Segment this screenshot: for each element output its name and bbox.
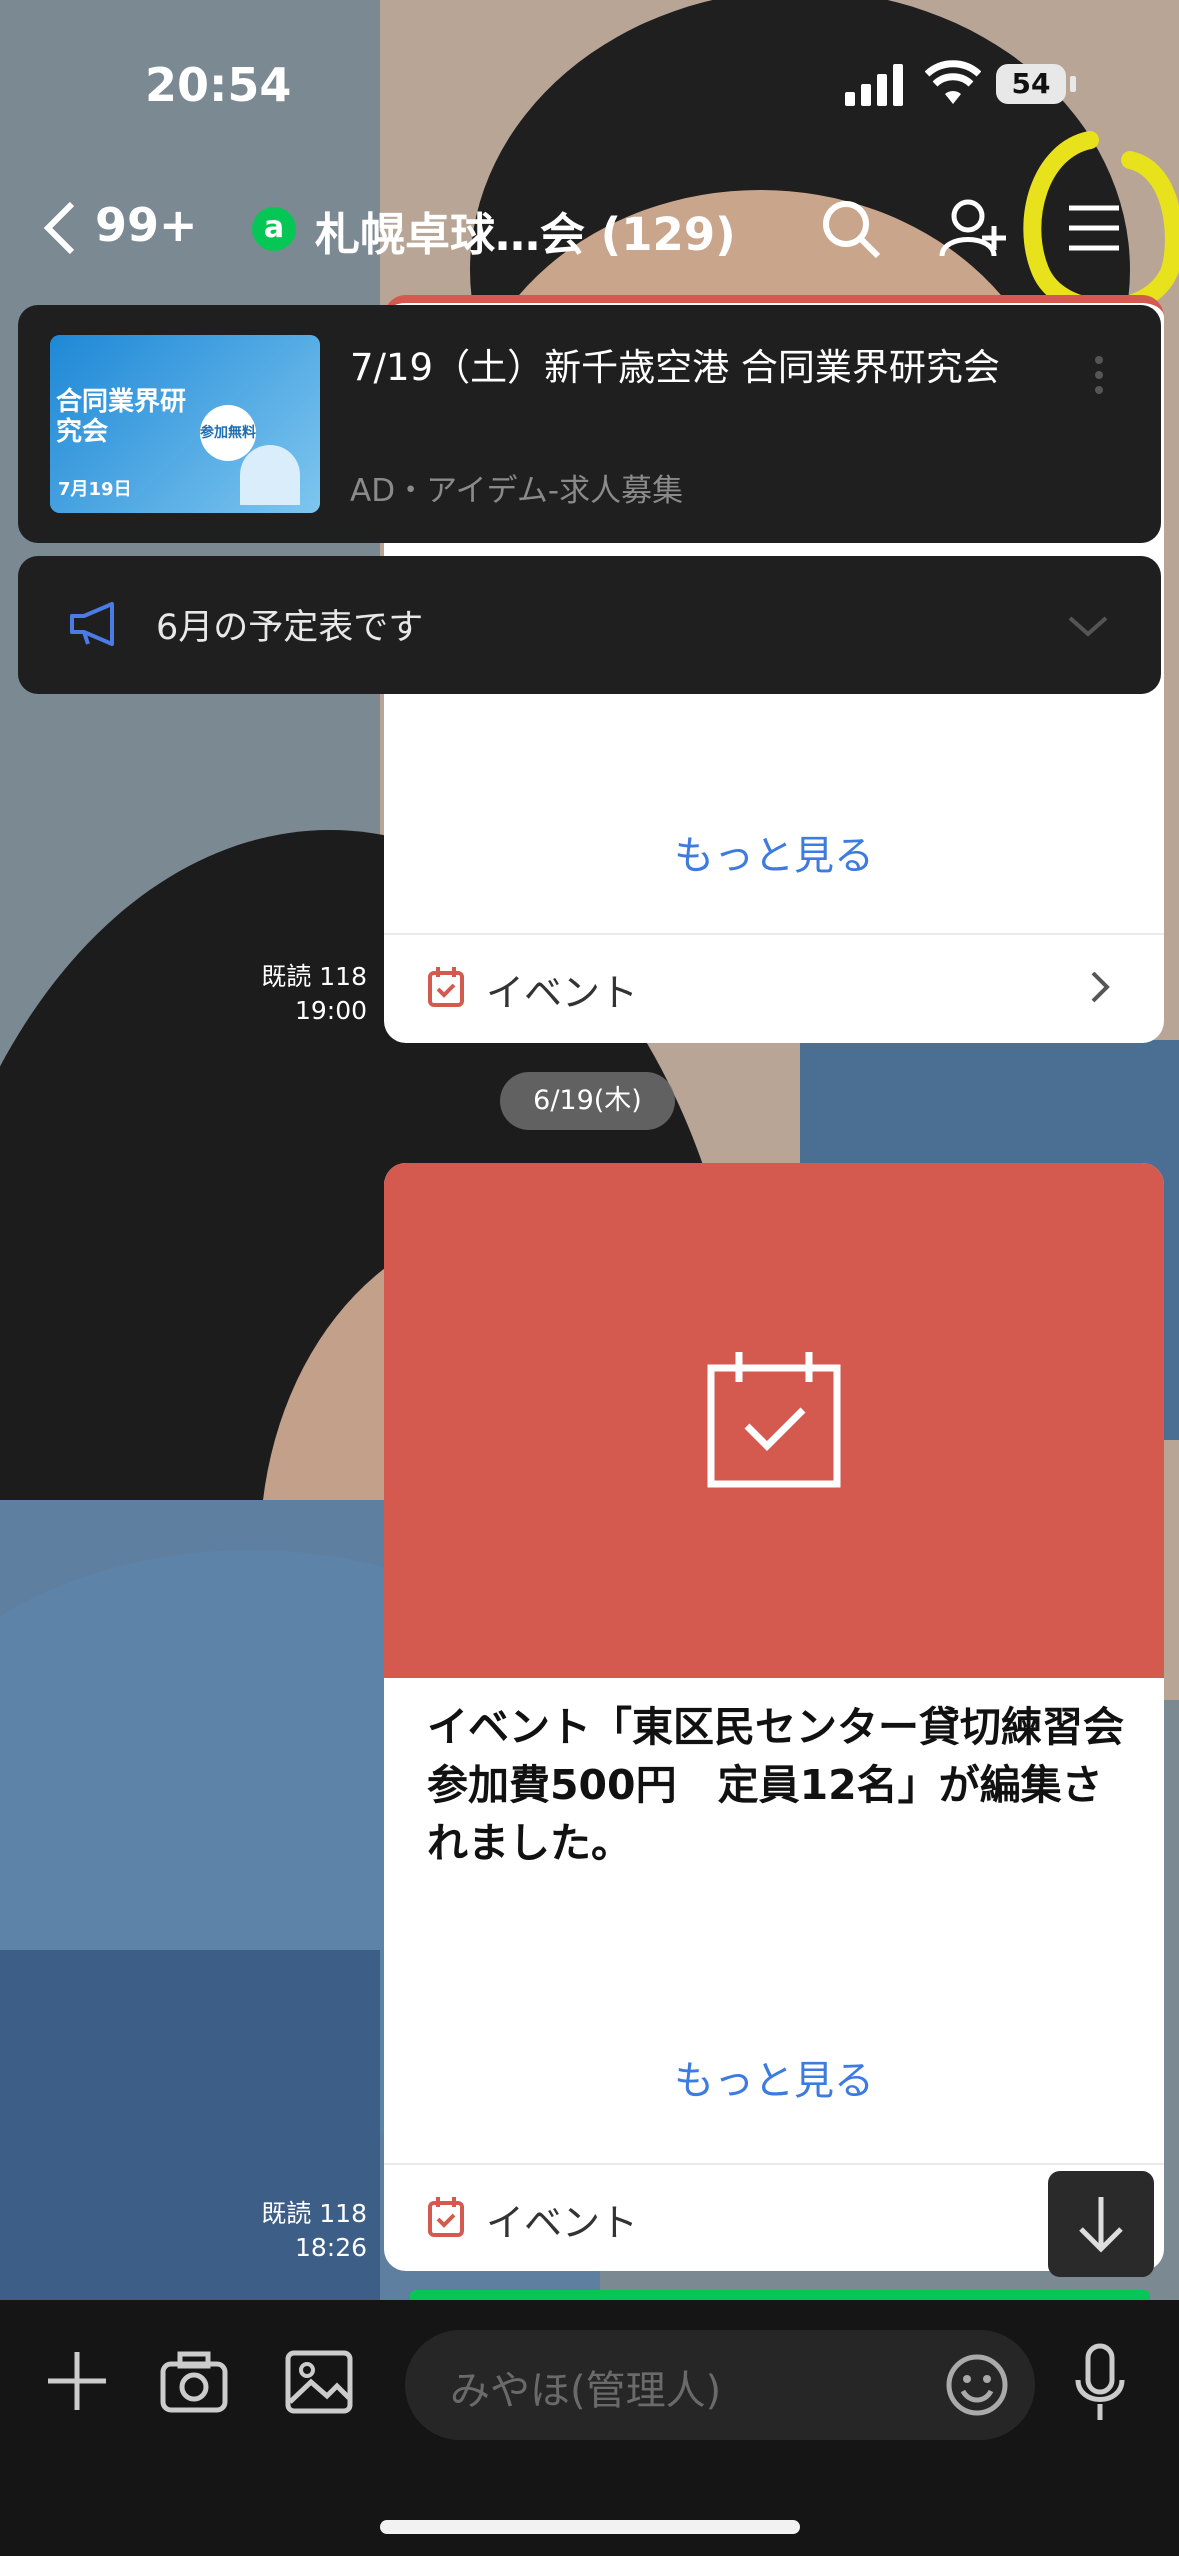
add-friend-icon[interactable]	[938, 196, 1010, 264]
calendar-check-icon	[426, 965, 466, 1013]
see-more-link[interactable]: もっと見る	[384, 2048, 1164, 2106]
search-icon[interactable]	[818, 196, 882, 264]
microphone-icon[interactable]	[1072, 2342, 1128, 2430]
back-unread-count[interactable]: 99+	[95, 198, 198, 252]
event-card-body: イベント「東区民センター貸切練習会 参加費500円 定員12名」が編集されました…	[427, 1703, 1164, 1867]
chat-title[interactable]: 札幌卓球…会 (129)	[315, 198, 736, 263]
arrow-down-icon	[1079, 2197, 1123, 2253]
calendar-check-icon	[707, 1348, 841, 1492]
ad-thumb-headline: 合同業界研究会	[56, 387, 187, 447]
message-time: 19:00	[294, 996, 367, 1025]
read-count: 既読 118	[261, 2199, 367, 2228]
ad-banner[interactable]: 合同業界研究会 参加無料 7月19日 7/19（土）新千歳空港 合同業界研究会 …	[18, 305, 1161, 543]
chevron-down-icon[interactable]	[1066, 614, 1110, 644]
message-meta-1: 既読 118 19:00	[230, 960, 367, 1028]
chat-header: 99+ a 札幌卓球…会 (129)	[0, 190, 1179, 270]
ad-sponsor: AD・アイデム-求人募集	[350, 473, 684, 509]
read-count: 既読 118	[261, 962, 367, 991]
announcement-text: 6月の予定表です	[156, 608, 424, 648]
back-button[interactable]	[40, 198, 80, 262]
home-indicator	[380, 2520, 800, 2534]
announcement-bar[interactable]: 6月の予定表です	[18, 556, 1161, 694]
event-card-2[interactable]: イベント「東区民センター貸切練習会 参加費500円 定員12名」が編集されました…	[384, 1163, 1164, 2271]
card-footer[interactable]: イベント	[384, 2163, 1164, 2271]
message-input-bar: みやほ(管理人)	[0, 2300, 1179, 2556]
chevron-right-icon	[1089, 967, 1113, 1011]
see-more-link[interactable]: もっと見る	[384, 823, 1164, 881]
camera-icon[interactable]	[160, 2350, 228, 2418]
ad-thumbnail: 合同業界研究会 参加無料 7月19日	[50, 335, 320, 513]
wifi-icon	[924, 60, 982, 110]
signal-icon	[845, 62, 905, 110]
date-divider: 6/19(木)	[500, 1072, 675, 1130]
airplane-icon	[240, 445, 300, 505]
ad-thumb-badge: 参加無料	[200, 405, 256, 461]
message-time: 18:26	[294, 2233, 367, 2262]
emoji-icon[interactable]	[945, 2353, 1009, 2421]
more-options-icon[interactable]	[1094, 355, 1104, 399]
status-time: 20:54	[145, 58, 292, 112]
message-meta-2: 既読 118 18:26	[230, 2197, 367, 2265]
next-message-edge	[410, 2290, 1150, 2300]
calendar-check-icon	[426, 2195, 466, 2243]
scroll-to-bottom-button[interactable]	[1048, 2171, 1154, 2277]
card-footer-label: イベント	[486, 2201, 639, 2245]
ad-title[interactable]: 7/19（土）新千歳空港 合同業界研究会	[350, 343, 1050, 393]
message-input-placeholder: みやほ(管理人)	[450, 2368, 722, 2414]
group-avatar: a	[252, 207, 296, 251]
image-icon[interactable]	[285, 2350, 353, 2418]
card-footer-label: イベント	[486, 971, 639, 1015]
battery-indicator: 54	[996, 64, 1066, 104]
card-footer[interactable]: イベント	[384, 933, 1164, 1043]
message-input[interactable]: みやほ(管理人)	[405, 2330, 1035, 2440]
megaphone-icon	[68, 600, 120, 652]
ad-thumb-date: 7月19日	[58, 479, 132, 500]
plus-icon[interactable]	[42, 2346, 112, 2420]
battery-cap	[1070, 76, 1076, 92]
